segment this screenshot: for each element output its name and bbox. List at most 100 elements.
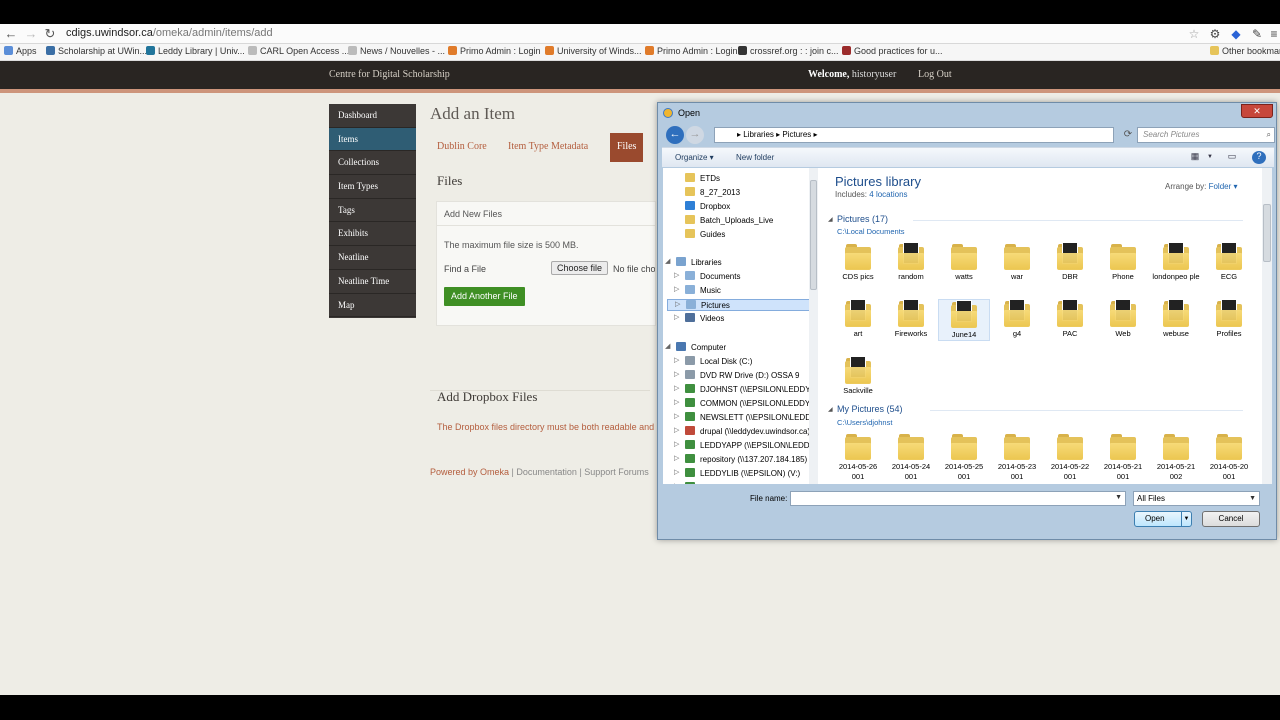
- sidebar-item-dashboard[interactable]: Dashboard: [329, 104, 416, 128]
- sidebar-item-item-types[interactable]: Item Types: [329, 175, 416, 199]
- file-name-input[interactable]: ▼: [790, 491, 1126, 506]
- sidebar-item-tags[interactable]: Tags: [329, 199, 416, 223]
- folder-item[interactable]: Web: [1097, 299, 1149, 339]
- tab-files[interactable]: Files: [610, 133, 644, 162]
- folder-item[interactable]: londonpeo ple: [1150, 242, 1202, 282]
- pen-icon[interactable]: ✎: [1249, 26, 1265, 42]
- folder-item[interactable]: ECG: [1203, 242, 1255, 282]
- tree-item-etds[interactable]: ETDs: [685, 173, 720, 183]
- expand-arrow-icon[interactable]: ◢: [665, 342, 670, 350]
- tab-item-type-metadata[interactable]: Item Type Metadata: [508, 141, 588, 152]
- expand-arrow-icon[interactable]: ▷: [675, 300, 680, 308]
- group-my-pictures-header[interactable]: ◢ My Pictures (54): [828, 404, 903, 414]
- folder-item[interactable]: 2014-05-21 001: [1097, 432, 1149, 482]
- dialog-titlebar[interactable]: Open ✕: [658, 103, 1276, 123]
- tree-item-music[interactable]: ▷ Music: [674, 285, 721, 295]
- tree-item-newslett[interactable]: ▷ NEWSLETT (\\EPSILON\LEDDYLI: [674, 412, 812, 422]
- expand-arrow-icon[interactable]: ◢: [665, 257, 670, 265]
- bookmark-item[interactable]: Leddy Library | Univ...: [146, 46, 245, 56]
- file-list-scrollbar[interactable]: [1262, 168, 1272, 484]
- sidebar-item-neatline[interactable]: Neatline: [329, 246, 416, 270]
- dialog-close-button[interactable]: ✕: [1241, 104, 1273, 118]
- folder-item[interactable]: watts: [938, 242, 990, 282]
- back-arrow-icon[interactable]: ←: [4, 26, 18, 42]
- open-options-icon[interactable]: ▼: [1181, 512, 1191, 526]
- tab-dublin-core[interactable]: Dublin Core: [437, 141, 487, 152]
- bookmark-item[interactable]: CARL Open Access ...: [248, 46, 349, 56]
- organize-button[interactable]: Organize ▾: [675, 153, 714, 162]
- tree-item-djohnst[interactable]: ▷ DJOHNST (\\EPSILON\LEDDYLIE: [674, 384, 812, 394]
- tree-item-guides[interactable]: Guides: [685, 229, 725, 239]
- expand-arrow-icon[interactable]: ▷: [674, 482, 679, 484]
- chevron-down-icon[interactable]: ▼: [1115, 494, 1122, 501]
- bookmark-item[interactable]: Primo Admin : Login: [448, 46, 541, 56]
- breadcrumb[interactable]: ▸ Libraries ▸ Pictures ▸: [714, 127, 1114, 143]
- group-my-pictures-path[interactable]: C:\Users\djohnst: [837, 418, 892, 427]
- preview-pane-icon[interactable]: ▭: [1225, 151, 1239, 164]
- bookmark-item[interactable]: Other bookmarks: [1210, 46, 1280, 56]
- sidebar-item-collections[interactable]: Collections: [329, 151, 416, 176]
- choose-file-button[interactable]: Choose file: [551, 261, 609, 275]
- bookmark-item[interactable]: News / Nouvelles - ...: [348, 46, 445, 56]
- folder-item[interactable]: Phone: [1097, 242, 1149, 282]
- chevron-down-icon[interactable]: ▼: [1249, 492, 1256, 505]
- file-type-select[interactable]: All Files ▼: [1133, 491, 1260, 506]
- tree-item-leddyapp[interactable]: ▷ LEDDYAPP (\\EPSILON\LEDDYLI: [674, 440, 812, 450]
- tree-item-leddylib[interactable]: ▷ LEDDYLIB (\\EPSILON) (V:): [674, 468, 800, 478]
- folder-item[interactable]: 2014-05-20 001: [1203, 432, 1255, 482]
- documentation-link[interactable]: Documentation: [516, 467, 577, 477]
- folder-item[interactable]: random: [885, 242, 937, 282]
- extension-diamond-icon[interactable]: ◆: [1228, 26, 1244, 42]
- folder-item[interactable]: webuse: [1150, 299, 1202, 339]
- bookmark-item[interactable]: Primo Admin : Login: [645, 46, 738, 56]
- expand-arrow-icon[interactable]: ▷: [674, 356, 679, 364]
- sidebar-item-items[interactable]: Items: [329, 127, 416, 152]
- folder-item[interactable]: 2014-05-25 001: [938, 432, 990, 482]
- bookmark-item[interactable]: Apps: [4, 46, 37, 56]
- help-icon[interactable]: ?: [1252, 151, 1266, 164]
- folder-item[interactable]: 2014-05-24 001: [885, 432, 937, 482]
- open-button[interactable]: Open ▼: [1134, 511, 1192, 527]
- sidebar-item-map[interactable]: Map: [329, 294, 416, 318]
- tree-item-documents[interactable]: ▷ Documents: [674, 271, 740, 281]
- tree-item-batch_uploads_live[interactable]: Batch_Uploads_Live: [685, 215, 773, 225]
- view-options-icon[interactable]: ▦: [1188, 151, 1202, 164]
- scroll-thumb[interactable]: [810, 180, 817, 290]
- folder-item[interactable]: war: [991, 242, 1043, 282]
- tree-item-8_27_2013[interactable]: 8_27_2013: [685, 187, 740, 197]
- expand-arrow-icon[interactable]: ▷: [674, 398, 679, 406]
- powered-by-link[interactable]: Powered by Omeka: [430, 467, 509, 477]
- sidebar-item-neatline-time[interactable]: Neatline Time: [329, 270, 416, 294]
- forward-arrow-icon[interactable]: →: [686, 126, 704, 144]
- reload-icon[interactable]: ↻: [43, 26, 57, 42]
- expand-arrow-icon[interactable]: ▷: [674, 454, 679, 462]
- site-title[interactable]: Centre for Digital Scholarship: [329, 69, 450, 80]
- tree-item-common[interactable]: ▷ COMMON (\\EPSILON\LEDDYLI: [674, 398, 812, 408]
- folder-item[interactable]: PAC: [1044, 299, 1096, 339]
- back-arrow-icon[interactable]: ←: [666, 126, 684, 144]
- tree-item-pictures[interactable]: ▷ Pictures: [667, 299, 811, 311]
- folder-item[interactable]: CDS pics: [832, 242, 884, 282]
- sidebar-item-exhibits[interactable]: Exhibits: [329, 222, 416, 247]
- tree-item-videos[interactable]: ▷ Videos: [674, 313, 724, 323]
- group-pictures-path[interactable]: C:\Local Documents: [837, 227, 905, 236]
- folder-item[interactable]: 2014-05-26 001: [832, 432, 884, 482]
- cancel-button[interactable]: Cancel: [1202, 511, 1260, 527]
- expand-arrow-icon[interactable]: ▷: [674, 412, 679, 420]
- expand-arrow-icon[interactable]: ▷: [674, 313, 679, 321]
- folder-item[interactable]: 2014-05-21 002: [1150, 432, 1202, 482]
- refresh-icon[interactable]: ⟳: [1120, 127, 1136, 143]
- folder-item[interactable]: Sackville: [832, 356, 884, 396]
- expand-arrow-icon[interactable]: ▷: [674, 468, 679, 476]
- bookmark-item[interactable]: Scholarship at UWin...: [46, 46, 147, 56]
- arrange-by[interactable]: Arrange by: Folder ▾: [1165, 182, 1238, 191]
- navigation-scrollbar[interactable]: [809, 168, 818, 484]
- locations-link[interactable]: 4 locations: [869, 190, 907, 199]
- folder-item[interactable]: DBR: [1044, 242, 1096, 282]
- tree-item-dropbox[interactable]: Dropbox: [685, 201, 730, 211]
- expand-arrow-icon[interactable]: ▷: [674, 426, 679, 434]
- tree-item-local[interactable]: ▷ Local Disk (C:): [674, 356, 752, 366]
- folder-item[interactable]: art: [832, 299, 884, 339]
- expand-arrow-icon[interactable]: ▷: [674, 440, 679, 448]
- view-dropdown-icon[interactable]: ▼: [1203, 151, 1217, 164]
